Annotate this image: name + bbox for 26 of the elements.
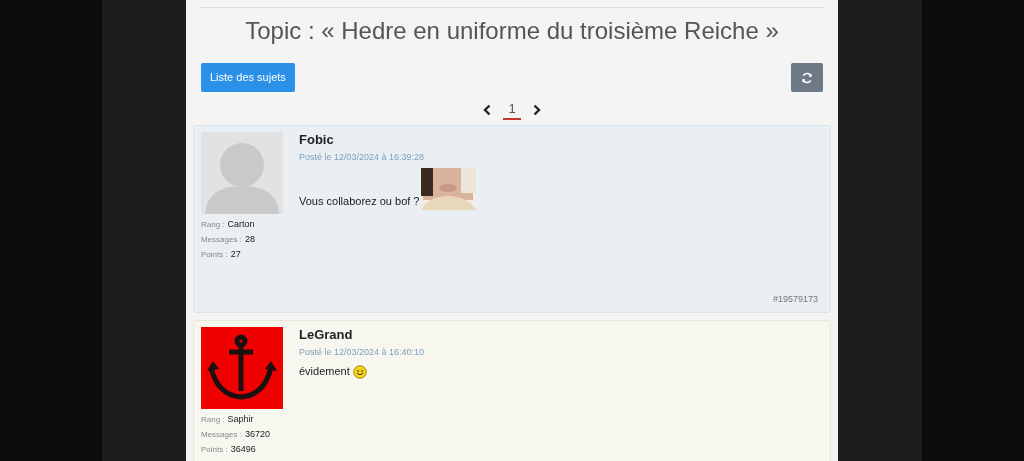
stat-value: Saphir — [227, 413, 254, 426]
post-text: Vous collaborez ou bof ? — [299, 194, 420, 209]
author-name[interactable]: LeGrand — [299, 327, 823, 343]
smiley-icon — [352, 365, 367, 379]
post-date: Posté le 12/03/2024 à 16:40:10 — [299, 346, 426, 359]
refresh-icon — [801, 71, 813, 84]
next-page-icon[interactable] — [532, 104, 541, 116]
post-date: Posté le 12/03/2024 à 16:39:28 — [299, 151, 426, 164]
stat-label: Points : — [201, 249, 228, 261]
stat-value: 27 — [230, 248, 241, 261]
stat-label: Rang : — [201, 219, 225, 231]
topic-title: Topic : « Hedre en uniforme du troisième Reiche » — [244, 16, 780, 46]
previous-page-icon[interactable] — [483, 104, 492, 116]
stat-label: Messages : — [201, 234, 242, 246]
stat-value: Carton — [227, 218, 255, 231]
stat-label: Messages : — [201, 429, 242, 441]
stat-label: Rang : — [201, 414, 225, 426]
stat-value: 36720 — [244, 428, 270, 441]
page-link[interactable]: 1 — [503, 100, 521, 120]
refresh-button[interactable] — [791, 63, 823, 92]
stat-value: 28 — [244, 233, 255, 246]
post-text: évidement — [299, 363, 350, 379]
author-name[interactable]: Fobic — [299, 132, 823, 148]
stat-label: Points : — [201, 444, 228, 456]
post-id[interactable]: #19579173 — [772, 292, 818, 306]
stat-value: 36496 — [230, 443, 256, 456]
